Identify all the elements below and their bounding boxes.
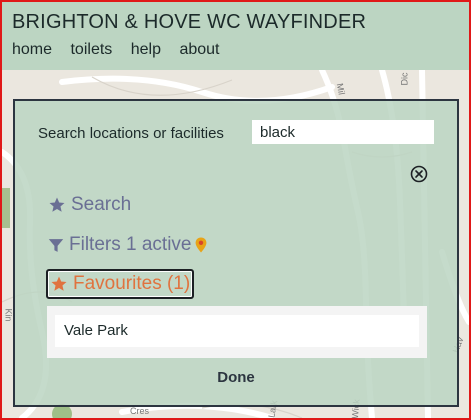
close-button[interactable] [410,165,428,183]
menu-filters[interactable]: Filters 1 active [48,234,212,256]
menu-search-label: Search [71,194,132,215]
app-title: BRIGHTON & HOVE WC WAYFINDER [12,11,367,33]
app-frame: Mil Dic Kin Cres Lark Wick Hav BRIGHTON … [0,0,471,420]
map-marker-icon [196,237,207,253]
search-input[interactable] [252,120,434,144]
main-nav: home toilets help about [12,41,233,59]
street-label-cres: Cres [130,406,150,416]
street-label-dic: Dic [399,72,410,86]
funnel-icon [48,238,64,252]
menu-filters-label: Filters 1 active [69,234,192,255]
search-panel: Search locations or facilities Search Fi… [13,99,459,407]
list-item[interactable]: Vale Park [55,315,419,347]
menu-favourites-label: Favourites (1) [73,273,191,294]
nav-help[interactable]: help [131,41,161,58]
search-label: Search locations or facilities [38,125,224,142]
nav-about[interactable]: about [179,41,219,58]
star-icon [51,276,67,291]
menu-favourites[interactable]: Favourites (1) [46,269,195,299]
street-label-mil: Mil [334,82,347,96]
header: BRIGHTON & HOVE WC WAYFINDER home toilet… [2,2,469,70]
favourites-list: Vale Park [47,306,427,358]
nav-toilets[interactable]: toilets [70,41,112,58]
menu-search[interactable]: Search [48,194,131,216]
done-button[interactable]: Done [15,369,457,386]
star-icon [49,197,65,212]
nav-home[interactable]: home [12,41,52,58]
close-circle-icon [410,165,428,183]
street-label-kin: Kin [3,308,14,322]
